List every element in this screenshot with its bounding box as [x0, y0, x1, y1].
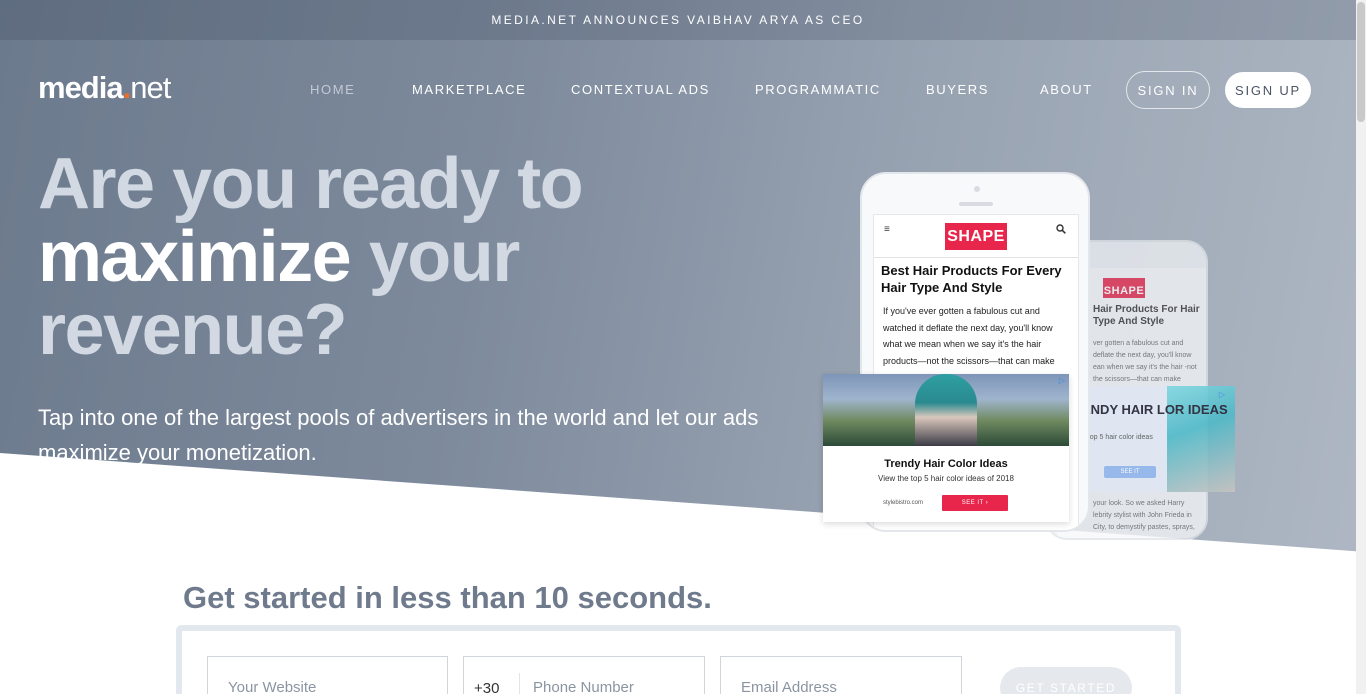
- nav-item-home[interactable]: HOME: [310, 70, 355, 110]
- phone-back-article-title: Hair Products For Hair Type And Style: [1093, 304, 1200, 327]
- ad-card-front: ▷ Trendy Hair Color Ideas View the top 5…: [823, 374, 1069, 522]
- headline-line-1: Are you ready to: [38, 144, 584, 224]
- form-heading: Get started in less than 10 seconds.: [183, 580, 712, 615]
- ad-title: Trendy Hair Color Ideas: [884, 458, 1008, 470]
- phone-field[interactable]: +30: [463, 656, 705, 694]
- phone-camera: [974, 186, 980, 192]
- phone-input[interactable]: [520, 657, 704, 694]
- ad-domain: stylebistro.com: [883, 500, 924, 506]
- ad-back-title: ENDY HAIR LOR IDEAS: [1082, 402, 1228, 417]
- hamburger-menu-icon: ≡: [884, 224, 890, 235]
- search-icon: [1056, 224, 1066, 237]
- phone-back-article-text-2: your look. So we asked Harry lebrity sty…: [1093, 500, 1195, 531]
- nav-item-programmatic[interactable]: PROGRAMMATIC: [755, 70, 881, 110]
- phone-back-article-text: ver gotten a fabulous cut and deflate th…: [1093, 340, 1197, 383]
- ad-subtitle: View the top 5 hair color ideas of 2018: [878, 474, 1014, 483]
- phone-header-divider: [874, 257, 1078, 258]
- nav-item-contextual-ads[interactable]: CONTEXTUAL ADS: [571, 70, 710, 110]
- sign-up-button[interactable]: SIGN UP: [1225, 72, 1311, 108]
- email-input[interactable]: [720, 656, 962, 694]
- ad-back-subtitle: e top 5 hair color ideas: [1082, 434, 1153, 441]
- nav-item-buyers[interactable]: BUYERS: [926, 70, 989, 110]
- announcement-text[interactable]: MEDIA.NET ANNOUNCES VAIBHAV ARYA AS CEO: [491, 13, 864, 27]
- adchoices-icon: ▷: [1058, 376, 1065, 385]
- ad-back-cta: SEE IT: [1104, 466, 1156, 478]
- nav-item-marketplace[interactable]: MARKETPLACE: [412, 70, 526, 110]
- headline-line-2-rest: your: [350, 217, 521, 297]
- ad-cta-button: SEE IT ›: [942, 495, 1008, 511]
- hero-subtext: Tap into one of the largest pools of adv…: [38, 405, 759, 465]
- adchoices-icon: ▷: [1218, 390, 1225, 399]
- phone-article-body: If you've ever gotten a fabulous cut and…: [883, 306, 1055, 366]
- get-started-button[interactable]: GET STARTED: [1000, 667, 1132, 694]
- phone-article-title: Best Hair Products For Every Hair Type A…: [881, 263, 1062, 295]
- announcement-bar[interactable]: MEDIA.NET ANNOUNCES VAIBHAV ARYA AS CEO: [0, 0, 1356, 40]
- nav-item-about[interactable]: ABOUT: [1040, 70, 1093, 110]
- shape-logo-back: SHAPE: [1103, 278, 1145, 298]
- sign-in-button[interactable]: SIGN IN: [1126, 71, 1210, 109]
- ad-image-person: [915, 374, 977, 446]
- country-code-select[interactable]: +30: [474, 675, 499, 694]
- shape-logo: SHAPE: [945, 223, 1007, 250]
- headline-line-3: revenue?: [38, 290, 348, 370]
- phone-speaker: [959, 202, 993, 206]
- website-input[interactable]: [207, 656, 448, 694]
- hero-headline: Are you ready to maximize your revenue?: [38, 148, 798, 367]
- headline-highlight: maximize: [38, 217, 352, 297]
